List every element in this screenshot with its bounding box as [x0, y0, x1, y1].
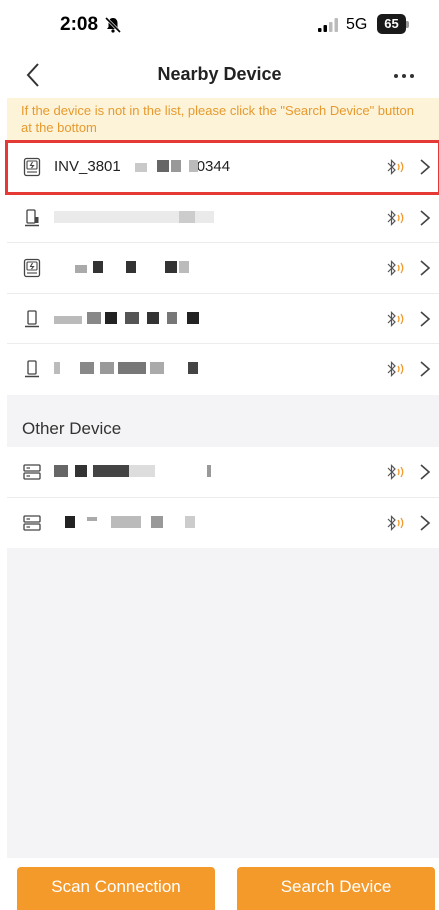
redacted-text [100, 362, 114, 375]
chevron-right-icon [420, 514, 431, 531]
device-row[interactable] [7, 498, 439, 549]
redacted-text [165, 261, 177, 274]
chevron-right-icon [420, 159, 431, 175]
redacted-text [147, 311, 159, 324]
redacted-text [93, 465, 129, 477]
network-label: 5G [346, 16, 368, 33]
status-bar: 2:08 5G 65 [0, 0, 439, 52]
chevron-right-icon [420, 260, 431, 276]
chevron-right-icon [420, 209, 431, 226]
redacted-text [185, 515, 195, 528]
redacted-text [126, 261, 136, 274]
device-row[interactable] [7, 294, 439, 345]
redacted-text [75, 265, 87, 274]
redacted-text [171, 160, 181, 172]
section-title: Other Device [22, 419, 122, 438]
redacted-text [54, 465, 68, 477]
device-row[interactable] [7, 447, 439, 498]
redacted-text [54, 362, 60, 375]
redacted-text [80, 362, 94, 375]
scan-connection-button[interactable]: Scan Connection [17, 867, 215, 910]
redacted-text [105, 311, 117, 324]
redacted-text [189, 160, 198, 172]
redacted-text [87, 311, 101, 324]
battery-tower-icon [25, 310, 39, 328]
redacted-text [188, 362, 198, 375]
redacted-text [179, 261, 189, 274]
server-icon [23, 514, 41, 531]
bluetooth-signal-icon [387, 159, 404, 175]
search-hint-notice: If the device is not in the list, please… [7, 98, 439, 142]
chevron-right-icon [420, 311, 431, 327]
nearby-device-screen: 2:08 5G 65 Nearby Device If the device i… [0, 0, 439, 910]
redacted-text [87, 516, 97, 521]
redacted-text [75, 465, 87, 477]
more-options-icon[interactable] [390, 62, 418, 88]
redacted-text [65, 515, 75, 528]
redacted-text [135, 163, 147, 172]
chevron-right-icon [420, 361, 431, 377]
battery-level: 65 [377, 14, 406, 34]
bluetooth-signal-icon [387, 514, 404, 531]
empty-list-area [7, 548, 439, 858]
redacted-text [151, 515, 163, 528]
bluetooth-signal-icon [387, 464, 404, 480]
redacted-text [207, 465, 211, 477]
inverter-icon [23, 157, 41, 177]
bluetooth-signal-icon [387, 310, 404, 327]
redacted-text [93, 261, 103, 274]
device-row[interactable] [7, 193, 439, 244]
device-row[interactable] [7, 243, 439, 294]
redacted-text [129, 465, 155, 477]
status-time: 2:08 [60, 14, 99, 35]
other-device-header: Other Device [7, 395, 439, 447]
bluetooth-signal-icon [387, 209, 404, 226]
battery-indicator: 65 [377, 14, 409, 34]
battery-cap [406, 21, 409, 28]
server-icon [23, 464, 41, 480]
redacted-text [118, 362, 146, 375]
bluetooth-signal-icon [387, 361, 404, 378]
signal-icon [318, 18, 338, 32]
battery-tower-icon [25, 360, 39, 378]
chevron-right-icon [420, 464, 431, 480]
redacted-text [111, 515, 141, 528]
device-row[interactable] [7, 344, 439, 395]
redacted-text [157, 160, 169, 172]
inverter-icon [23, 259, 41, 278]
redacted-text [179, 210, 195, 223]
redacted-text [54, 315, 82, 324]
redacted-text [150, 362, 164, 375]
bell-muted-icon [104, 16, 122, 34]
redacted-text [187, 311, 199, 324]
redacted-text [167, 311, 177, 324]
other-device-list [7, 447, 439, 549]
search-device-button[interactable]: Search Device [237, 867, 435, 910]
page-title: Nearby Device [157, 64, 282, 84]
nearby-device-list: INV_3801 0344 [5, 140, 439, 395]
nav-bar: Nearby Device [0, 52, 439, 98]
bluetooth-signal-icon [387, 260, 404, 277]
redacted-text [125, 311, 139, 324]
battery-tower-icon [25, 208, 39, 226]
device-row-selected[interactable]: INV_3801 0344 [5, 140, 439, 195]
